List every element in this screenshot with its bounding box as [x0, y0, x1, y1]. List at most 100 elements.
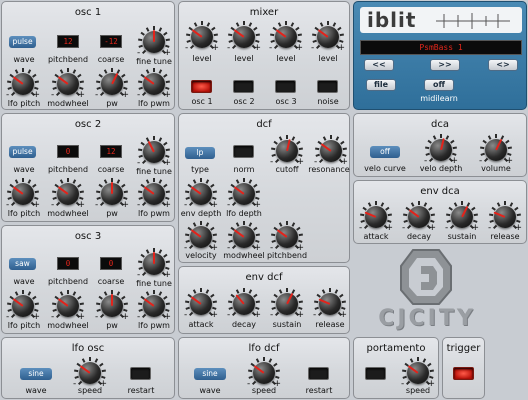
trigger-switch[interactable]: [453, 367, 474, 380]
osc2-lfo-pitch-knob[interactable]: - +: [6, 178, 40, 210]
file-button[interactable]: file: [366, 79, 396, 91]
mixer-osc3-switch[interactable]: [275, 80, 296, 93]
osc3-pw-knob[interactable]: - +: [95, 290, 129, 322]
osc3-lfo-pitch-label: lfo pitch: [7, 321, 41, 330]
osc1-fine-tune-knob[interactable]: - +: [137, 26, 171, 58]
portamento-speed-knob[interactable]: - +: [401, 357, 435, 389]
knob-tick: [255, 233, 260, 237]
knob-tick: [380, 202, 385, 207]
lfo-osc-wave-select[interactable]: sine: [20, 368, 52, 380]
mixer-osc2-level-knob[interactable]: - +: [227, 21, 261, 53]
lfo-dcf-restart-switch[interactable]: [308, 367, 329, 380]
osc1-lfo-pitch-knob[interactable]: - +: [6, 68, 40, 100]
knob-tick: [423, 202, 428, 207]
swap-preset-button[interactable]: <>: [488, 59, 518, 71]
osc3-fine-tune-knob[interactable]: - +: [137, 248, 171, 280]
prev-preset-button[interactable]: <<: [364, 59, 394, 71]
osc1-wave-select[interactable]: pulse: [9, 36, 36, 48]
knob-tick: [231, 201, 237, 207]
knob-tick: [315, 44, 321, 50]
osc2-pw-knob[interactable]: - +: [95, 178, 129, 210]
next-preset-button[interactable]: >>: [430, 59, 460, 71]
knob-tick: [514, 206, 519, 211]
dca-velo-curve-select[interactable]: off: [370, 146, 400, 158]
knob-tick: [99, 91, 105, 97]
dcf-norm-switch[interactable]: [233, 145, 254, 158]
mixer-title: mixer: [249, 7, 279, 18]
osc2-fine-tune-knob[interactable]: - +: [137, 136, 171, 168]
env-dcf-release-knob[interactable]: - +: [313, 288, 347, 320]
knob-tick: [205, 222, 210, 227]
knob-tick: [189, 44, 195, 50]
osc3-lfo-pwm-knob[interactable]: - +: [137, 290, 171, 322]
knob-tick: [188, 244, 194, 250]
dcf-modwheel-knob[interactable]: - +: [227, 221, 261, 253]
knob-tick: [445, 135, 450, 140]
mixer-osc1-level-knob[interactable]: - +: [185, 21, 219, 53]
osc3-wave-select[interactable]: saw: [9, 258, 36, 270]
header-panel: iblit PsmBass 1 << >> <> file off midile…: [353, 1, 527, 110]
osc1-lfo-pwm-knob[interactable]: - +: [137, 68, 171, 100]
osc1-pitchbend-label: pitchbend: [47, 55, 89, 64]
osc2-modwheel-knob[interactable]: - +: [51, 178, 85, 210]
lfo-dcf-title: lfo dcf: [248, 343, 280, 354]
knob-tick: [504, 201, 506, 205]
cjcity-watermark: CJCITY: [367, 246, 487, 336]
env-dcf-attack-knob[interactable]: - +: [184, 288, 218, 320]
dcf-env-depth-knob[interactable]: - +: [184, 178, 218, 210]
env-dca-release-knob[interactable]: - +: [488, 201, 522, 233]
knob-tick: [205, 179, 210, 184]
dcf-resonance-knob[interactable]: - +: [314, 135, 348, 167]
env-dcf-sustain-knob[interactable]: - +: [270, 288, 304, 320]
dcf-velocity-label: velocity: [185, 251, 217, 260]
knob-tick: [111, 68, 113, 72]
dcf-lfo-depth-knob[interactable]: - +: [227, 178, 261, 210]
osc2-lfo-pwm-knob[interactable]: - +: [137, 178, 171, 210]
dca-volume-knob[interactable]: - +: [479, 134, 513, 166]
lfo-osc-title: lfo osc: [71, 343, 105, 354]
dcf-cutoff-knob[interactable]: - +: [270, 135, 304, 167]
knob-tick: [165, 38, 170, 42]
preset-display[interactable]: PsmBass 1: [360, 40, 522, 55]
env-dcf-decay-knob[interactable]: - +: [227, 288, 261, 320]
portamento-switch[interactable]: [365, 367, 386, 380]
knob-tick: [200, 178, 202, 182]
dcf-type-select[interactable]: lp: [185, 147, 215, 159]
lfo-osc-restart-label: restart: [127, 386, 155, 395]
knob-tick: [427, 362, 432, 367]
osc3-coarse-display[interactable]: 0: [100, 257, 122, 270]
knob-tick: [243, 178, 245, 182]
knob-max-sign: +: [253, 43, 261, 53]
osc3-pitchbend-display[interactable]: 0: [57, 257, 79, 270]
lfo-dcf-speed-knob[interactable]: - +: [247, 357, 281, 389]
knob-min-sign: -: [311, 43, 315, 53]
osc1-modwheel-knob[interactable]: - +: [51, 68, 85, 100]
osc1-coarse-display[interactable]: -12: [100, 35, 122, 48]
env-dca-decay-knob[interactable]: - +: [402, 201, 436, 233]
mixer-osc1-switch[interactable]: [191, 80, 212, 93]
knob-tick: [509, 202, 514, 207]
osc1-pitchbend-display[interactable]: 12: [57, 35, 79, 48]
dca-velo-depth-knob[interactable]: - +: [424, 134, 458, 166]
osc3-lfo-pitch-knob[interactable]: - +: [6, 290, 40, 322]
env-dca-sustain-knob[interactable]: - +: [445, 201, 479, 233]
cjcity-text: CJCITY: [378, 306, 476, 331]
osc2-pitchbend-display[interactable]: 0: [57, 145, 79, 158]
lfo-dcf-wave-select[interactable]: sine: [194, 368, 226, 380]
knob-tick: [285, 21, 287, 25]
osc1-pw-knob[interactable]: - +: [95, 68, 129, 100]
mixer-noise-level-knob[interactable]: - +: [311, 21, 345, 53]
dcf-velocity-knob[interactable]: - +: [184, 221, 218, 253]
lfo-osc-speed-knob[interactable]: - +: [73, 357, 107, 389]
mixer-noise-switch[interactable]: [317, 80, 338, 93]
osc2-wave-select[interactable]: pulse: [9, 146, 36, 158]
mixer-osc3-level-knob[interactable]: - +: [269, 21, 303, 53]
lfo-osc-restart-switch[interactable]: [130, 367, 151, 380]
midilearn-toggle[interactable]: off: [424, 79, 454, 91]
osc2-coarse-display[interactable]: 12: [100, 145, 122, 158]
env-dca-attack-knob[interactable]: - +: [359, 201, 393, 233]
dcf-pitchbend-knob[interactable]: - +: [270, 221, 304, 253]
mixer-osc2-switch[interactable]: [233, 80, 254, 93]
mixer-osc2-label: osc 2: [233, 97, 255, 106]
osc3-modwheel-knob[interactable]: - +: [51, 290, 85, 322]
